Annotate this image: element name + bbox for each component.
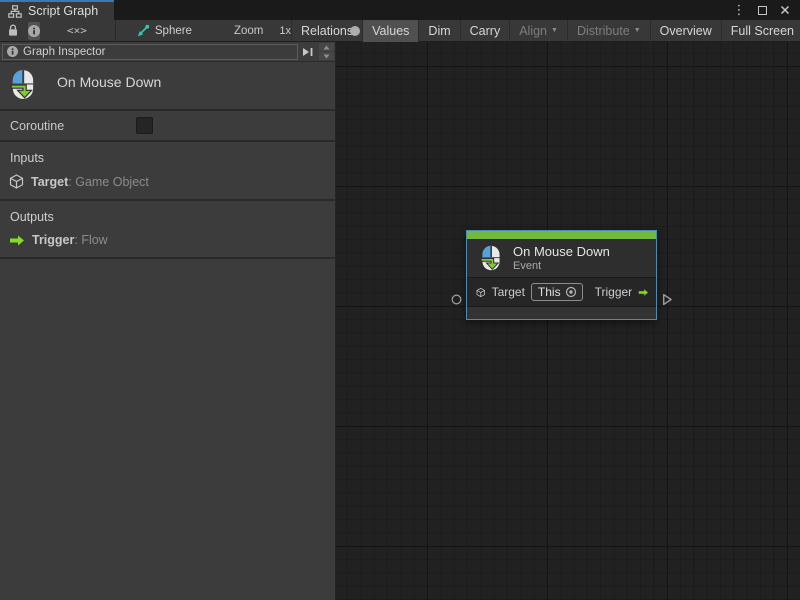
this-pill-value: This — [538, 285, 561, 299]
output-port-row: Trigger: Flow — [0, 228, 335, 251]
script-graph-asset-icon — [136, 24, 150, 38]
inspector-toggle-button[interactable] — [28, 22, 40, 40]
target-this-pill[interactable]: This — [531, 283, 583, 301]
node-output-port[interactable] — [662, 293, 673, 306]
lock-icon[interactable] — [7, 22, 19, 40]
inspector-empty-area — [0, 259, 335, 600]
full-screen-button[interactable]: Full Screen — [721, 20, 800, 42]
node-title: On Mouse Down — [513, 244, 610, 259]
graph-canvas[interactable]: On Mouse Down Event Target This — [336, 42, 800, 600]
graph-breadcrumb[interactable]: Sphere — [136, 24, 192, 38]
outputs-header: Outputs — [0, 201, 335, 228]
output-port-name: Trigger — [32, 233, 74, 247]
panel-scroll-stepper — [318, 43, 335, 60]
event-header: On Mouse Down — [0, 62, 335, 111]
output-port-type: : Flow — [74, 233, 107, 247]
graph-name: Sphere — [155, 25, 192, 37]
node-header[interactable]: On Mouse Down Event — [467, 239, 656, 277]
graph-inspector-header: Graph Inspector — [0, 42, 335, 62]
info-icon — [28, 25, 40, 37]
script-graph-window: Script Graph ⋮ — [0, 0, 800, 600]
coroutine-label: Coroutine — [10, 119, 64, 133]
panel-expand-icon[interactable] — [298, 44, 318, 60]
graph-inspector-title: Graph Inspector — [23, 46, 105, 58]
coroutine-row: Coroutine — [0, 111, 335, 142]
overview-button[interactable]: Overview — [650, 20, 721, 42]
node-input-port[interactable] — [451, 294, 462, 305]
zoom-slider-knob[interactable] — [350, 26, 360, 36]
info-icon — [7, 46, 18, 57]
cube-icon — [476, 285, 486, 300]
values-button[interactable]: Values — [362, 20, 418, 42]
on-mouse-down-node[interactable]: On Mouse Down Event Target This — [466, 230, 657, 320]
tab-script-graph[interactable]: Script Graph — [0, 0, 114, 20]
graph-toolbar: <×> Sphere Zoom 1x Relations Values Dim — [0, 20, 800, 42]
carry-button[interactable]: Carry — [460, 20, 510, 42]
graph-inspector-titlebox[interactable]: Graph Inspector — [2, 44, 298, 60]
window-close-icon[interactable] — [777, 2, 793, 18]
tab-label: Script Graph — [28, 4, 98, 18]
window-menu-icon[interactable]: ⋮ — [731, 2, 747, 18]
zoom-label: Zoom — [234, 25, 263, 37]
node-ports-row: Target This Trigger — [467, 277, 656, 307]
node-target-label: Target — [492, 285, 525, 299]
input-port-name: Target — [31, 175, 68, 189]
mouse-down-icon — [478, 245, 504, 272]
outputs-section: Outputs Trigger: Flow — [0, 201, 335, 259]
input-port-row: Target: Game Object — [0, 169, 335, 193]
zoom-value: 1x — [279, 25, 291, 37]
inputs-header: Inputs — [0, 142, 335, 169]
node-footer — [467, 307, 656, 319]
node-event-accent-bar — [467, 231, 656, 239]
coroutine-checkbox[interactable] — [136, 117, 153, 134]
input-port-type: : Game Object — [68, 175, 149, 189]
trigger-flow-arrow-icon[interactable] — [638, 286, 649, 299]
title-bar: Script Graph ⋮ — [0, 0, 800, 20]
node-trigger-label: Trigger — [595, 285, 633, 299]
target-picker-icon[interactable] — [565, 286, 577, 298]
cube-icon — [9, 174, 24, 189]
chevron-down-icon: ▼ — [634, 27, 641, 34]
graph-inspector-panel: Graph Inspector — [0, 42, 336, 600]
scroll-down-button[interactable] — [319, 52, 334, 60]
toolbar-buttons: Relations Values Dim Carry Align ▼ Distr… — [291, 20, 800, 42]
window-maximize-icon[interactable] — [754, 2, 770, 18]
dim-button[interactable]: Dim — [418, 20, 459, 42]
mouse-down-icon — [8, 69, 38, 101]
window-controls: ⋮ — [731, 0, 800, 20]
event-title: On Mouse Down — [57, 74, 161, 101]
chevron-down-icon: ▼ — [551, 27, 558, 34]
flow-arrow-icon — [9, 234, 25, 247]
node-subtitle: Event — [513, 260, 610, 272]
distribute-dropdown[interactable]: Distribute ▼ — [567, 20, 650, 42]
scroll-up-button[interactable] — [319, 43, 334, 51]
inputs-section: Inputs Target: Game Object — [0, 142, 335, 201]
graph-hierarchy-icon — [8, 2, 22, 20]
code-view-icon[interactable]: <×> — [67, 24, 87, 37]
align-dropdown[interactable]: Align ▼ — [509, 20, 567, 42]
